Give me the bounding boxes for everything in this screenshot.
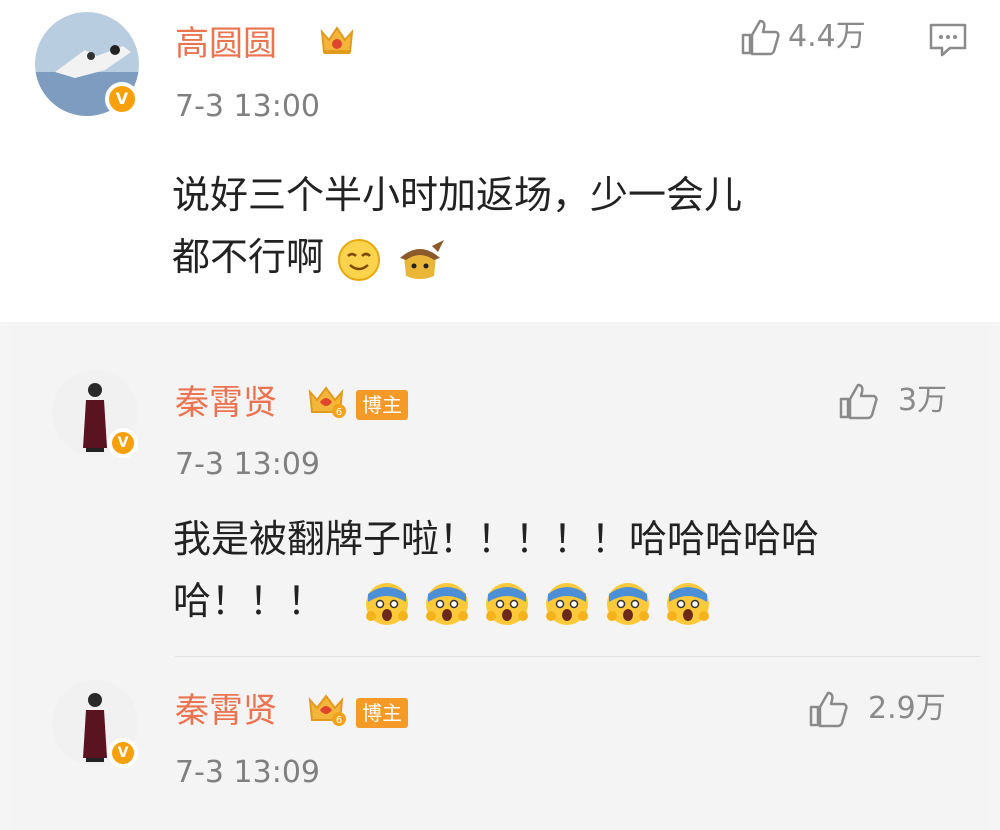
scream-emoji-icon <box>426 582 469 625</box>
post-text: 说好三个半小时加返场，少一会儿 都不行啊 <box>172 164 972 288</box>
post-text-line-2: 都不行啊 <box>172 226 972 288</box>
reply-author-name[interactable]: 秦霄贤 <box>175 386 277 420</box>
smirk-emoji-icon <box>338 238 381 281</box>
reply-time: 7-3 13:09 <box>175 755 320 790</box>
detective-pikachu-icon <box>400 239 445 279</box>
scream-emoji-icon <box>486 582 529 625</box>
verified-icon: V <box>108 738 138 768</box>
like-button[interactable]: 4.4万 <box>740 18 866 56</box>
reply-author-name[interactable]: 秦霄贤 <box>175 694 277 728</box>
blogger-badge: 博主 <box>356 698 408 728</box>
reply-list: V 秦霄贤 6 博主 3万 7-3 13:09 我是被翻牌子啦！！！！！哈哈哈哈… <box>10 322 990 830</box>
reply-divider <box>175 656 980 657</box>
thumbs-up-icon <box>809 691 848 728</box>
scream-emoji-icon <box>606 582 649 625</box>
post-text-line-1: 说好三个半小时加返场，少一会儿 <box>172 173 743 217</box>
post-time: 7-3 13:00 <box>175 89 320 124</box>
reply-text-line-2: 哈！！！ <box>173 570 963 632</box>
avatar-qin[interactable]: V <box>52 680 138 768</box>
post-text-line-2-label: 都不行啊 <box>172 235 325 279</box>
scream-emoji-icon <box>546 582 589 625</box>
comment-icon[interactable] <box>928 22 968 58</box>
reply-time: 7-3 13:09 <box>175 447 320 482</box>
thumbs-up-icon <box>741 19 780 56</box>
crown-level-icon: 6 <box>308 386 346 418</box>
thumbs-up-icon <box>839 383 878 420</box>
like-count: 4.4万 <box>788 19 866 54</box>
scream-emoji-icon <box>666 582 709 625</box>
crown-icon <box>320 26 354 54</box>
reply-text-line-1: 我是被翻牌子啦！！！！！哈哈哈哈哈 <box>173 517 820 561</box>
avatar-gao[interactable]: V <box>35 12 139 116</box>
scream-emoji-icon <box>366 582 409 625</box>
svg-text:6: 6 <box>336 407 342 418</box>
author-name[interactable]: 高圆圆 <box>175 27 277 61</box>
reply-text: 我是被翻牌子啦！！！！！哈哈哈哈哈 哈！！！ <box>173 508 963 632</box>
verified-icon: V <box>105 82 139 116</box>
blogger-badge: 博主 <box>356 390 408 420</box>
verified-icon: V <box>108 428 138 458</box>
reply-like-button[interactable]: 3万 <box>838 382 947 420</box>
crown-level-icon: 6 <box>308 694 346 726</box>
reply-text-line-2-label: 哈！！！ <box>173 579 326 623</box>
reply-like-button[interactable]: 2.9万 <box>808 690 946 728</box>
reply-like-count: 3万 <box>898 383 948 418</box>
svg-text:6: 6 <box>336 715 342 726</box>
reply-like-count: 2.9万 <box>868 691 946 726</box>
main-comment: V 高圆圆 7-3 13:00 4.4万 说好三个半小时加返场，少一会儿 都不行… <box>0 0 1000 322</box>
avatar-qin[interactable]: V <box>52 370 138 458</box>
